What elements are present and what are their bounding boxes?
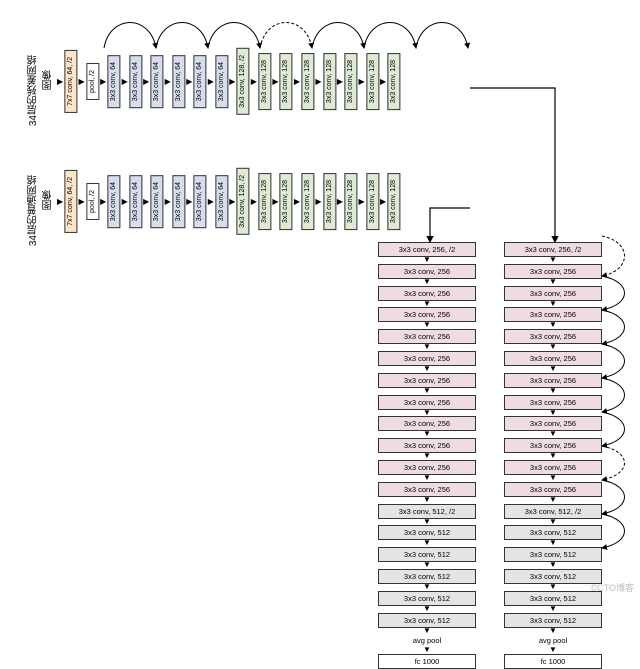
layer-c64: 3x3 conv, 64	[193, 55, 206, 108]
layer-c64: 3x3 conv, 64	[150, 175, 163, 228]
arrow-icon: ▶	[294, 77, 300, 86]
layer-c128: 3x3 conv, 128	[323, 173, 336, 230]
layer-c128: 3x3 conv, 128	[387, 173, 400, 230]
plain-tail: 3x3 conv, 256, /2▼ 3x3 conv, 256▼ 3x3 co…	[378, 242, 476, 669]
residual-title: 34层的残差网络	[28, 55, 39, 126]
arrow-icon: ▶	[143, 197, 149, 206]
layer-fc: fc 1000	[378, 654, 476, 669]
arrow-icon: ▶	[100, 77, 106, 86]
layer-c128s: 3x3 conv, 128, /2	[236, 168, 249, 235]
layer-c64: 3x3 conv, 64	[215, 55, 228, 108]
arrow-icon: ▶	[229, 77, 235, 86]
arrow-icon: ▶	[272, 197, 278, 206]
arrow-icon: ▶	[165, 197, 171, 206]
layer-c128: 3x3 conv, 128	[279, 173, 292, 230]
layer-stem0: 7x7 conv, 64, /2	[64, 50, 77, 113]
layer-c128: 3x3 conv, 128	[387, 53, 400, 110]
arrow-icon: ▶	[315, 197, 321, 206]
layer-c128: 3x3 conv, 128	[366, 173, 379, 230]
layer-c128: 3x3 conv, 128	[258, 53, 271, 110]
arrow-icon: ▶	[251, 77, 257, 86]
layer-c128: 3x3 conv, 128	[258, 173, 271, 230]
layer-c64: 3x3 conv, 64	[129, 175, 142, 228]
layer-c64: 3x3 conv, 64	[215, 175, 228, 228]
layer-c512: 3x3 conv, 512	[378, 613, 476, 628]
layer-c64: 3x3 conv, 64	[193, 175, 206, 228]
residual-image-label: 图像	[41, 70, 56, 90]
layer-c512: 3x3 conv, 512	[504, 613, 602, 628]
layer-avgpool: avg pool	[379, 634, 475, 647]
layer-c128: 3x3 conv, 128	[323, 53, 336, 110]
layer-c64: 3x3 conv, 64	[172, 175, 185, 228]
arrow-icon: ▶	[358, 77, 364, 86]
watermark: ©CTO博客	[591, 581, 634, 594]
arrow-icon: ▶	[57, 77, 63, 86]
layer-c512: 3x3 conv, 512	[504, 591, 602, 606]
layer-avgpool: avg pool	[505, 634, 601, 647]
arrow-icon: ▶	[165, 77, 171, 86]
layer-c128: 3x3 conv, 128	[301, 173, 314, 230]
arrow-icon: ▶	[186, 77, 192, 86]
layer-c512: 3x3 conv, 512	[378, 591, 476, 606]
arrow-icon: ▶	[380, 197, 386, 206]
layer-pool: pool, /2	[86, 183, 99, 220]
arrow-icon: ▶	[380, 77, 386, 86]
arrow-icon: ▶	[186, 197, 192, 206]
layer-c128: 3x3 conv, 128	[279, 53, 292, 110]
layer-c128s: 3x3 conv, 128, /2	[236, 48, 249, 115]
arrow-icon: ▶	[294, 197, 300, 206]
arrow-icon: ▶	[79, 77, 85, 86]
arrow-icon: ▶	[208, 77, 214, 86]
layer-c64: 3x3 conv, 64	[107, 175, 120, 228]
plain-row: ▶ 7x7 conv, 64, /2 ▶ pool, /2 ▶ 3x3 conv…	[56, 168, 401, 235]
layer-c128: 3x3 conv, 128	[344, 173, 357, 230]
arrow-icon: ▶	[122, 77, 128, 86]
arrow-icon: ▶	[122, 197, 128, 206]
arrow-icon: ▶	[143, 77, 149, 86]
layer-c64: 3x3 conv, 64	[172, 55, 185, 108]
layer-c128: 3x3 conv, 128	[366, 53, 379, 110]
residual-row: ▶ 7x7 conv, 64, /2 ▶ pool, /2 ▶ 3x3 conv…	[56, 48, 401, 115]
plain-title: 34层的普通网络	[28, 175, 39, 246]
layer-c64: 3x3 conv, 64	[150, 55, 163, 108]
arrow-icon: ▶	[251, 197, 257, 206]
arrow-icon: ▶	[315, 77, 321, 86]
layer-c128: 3x3 conv, 128	[301, 53, 314, 110]
layer-c64: 3x3 conv, 64	[129, 55, 142, 108]
layer-stem0: 7x7 conv, 64, /2	[64, 170, 77, 233]
layer-pool: pool, /2	[86, 63, 99, 100]
residual-tail: 3x3 conv, 256, /2▼ 3x3 conv, 256▼ 3x3 co…	[504, 242, 602, 669]
arrow-icon: ▶	[79, 197, 85, 206]
arrow-icon: ▶	[208, 197, 214, 206]
arrow-icon: ▶	[358, 197, 364, 206]
arrow-icon: ▶	[229, 197, 235, 206]
arrow-icon: ▶	[100, 197, 106, 206]
layer-fc: fc 1000	[504, 654, 602, 669]
plain-image-label: 图像	[41, 190, 56, 210]
arrow-icon: ▶	[337, 197, 343, 206]
arrow-icon: ▶	[337, 77, 343, 86]
arrow-icon: ▶	[272, 77, 278, 86]
arrow-icon: ▶	[57, 197, 63, 206]
layer-c128: 3x3 conv, 128	[344, 53, 357, 110]
layer-c64: 3x3 conv, 64	[107, 55, 120, 108]
